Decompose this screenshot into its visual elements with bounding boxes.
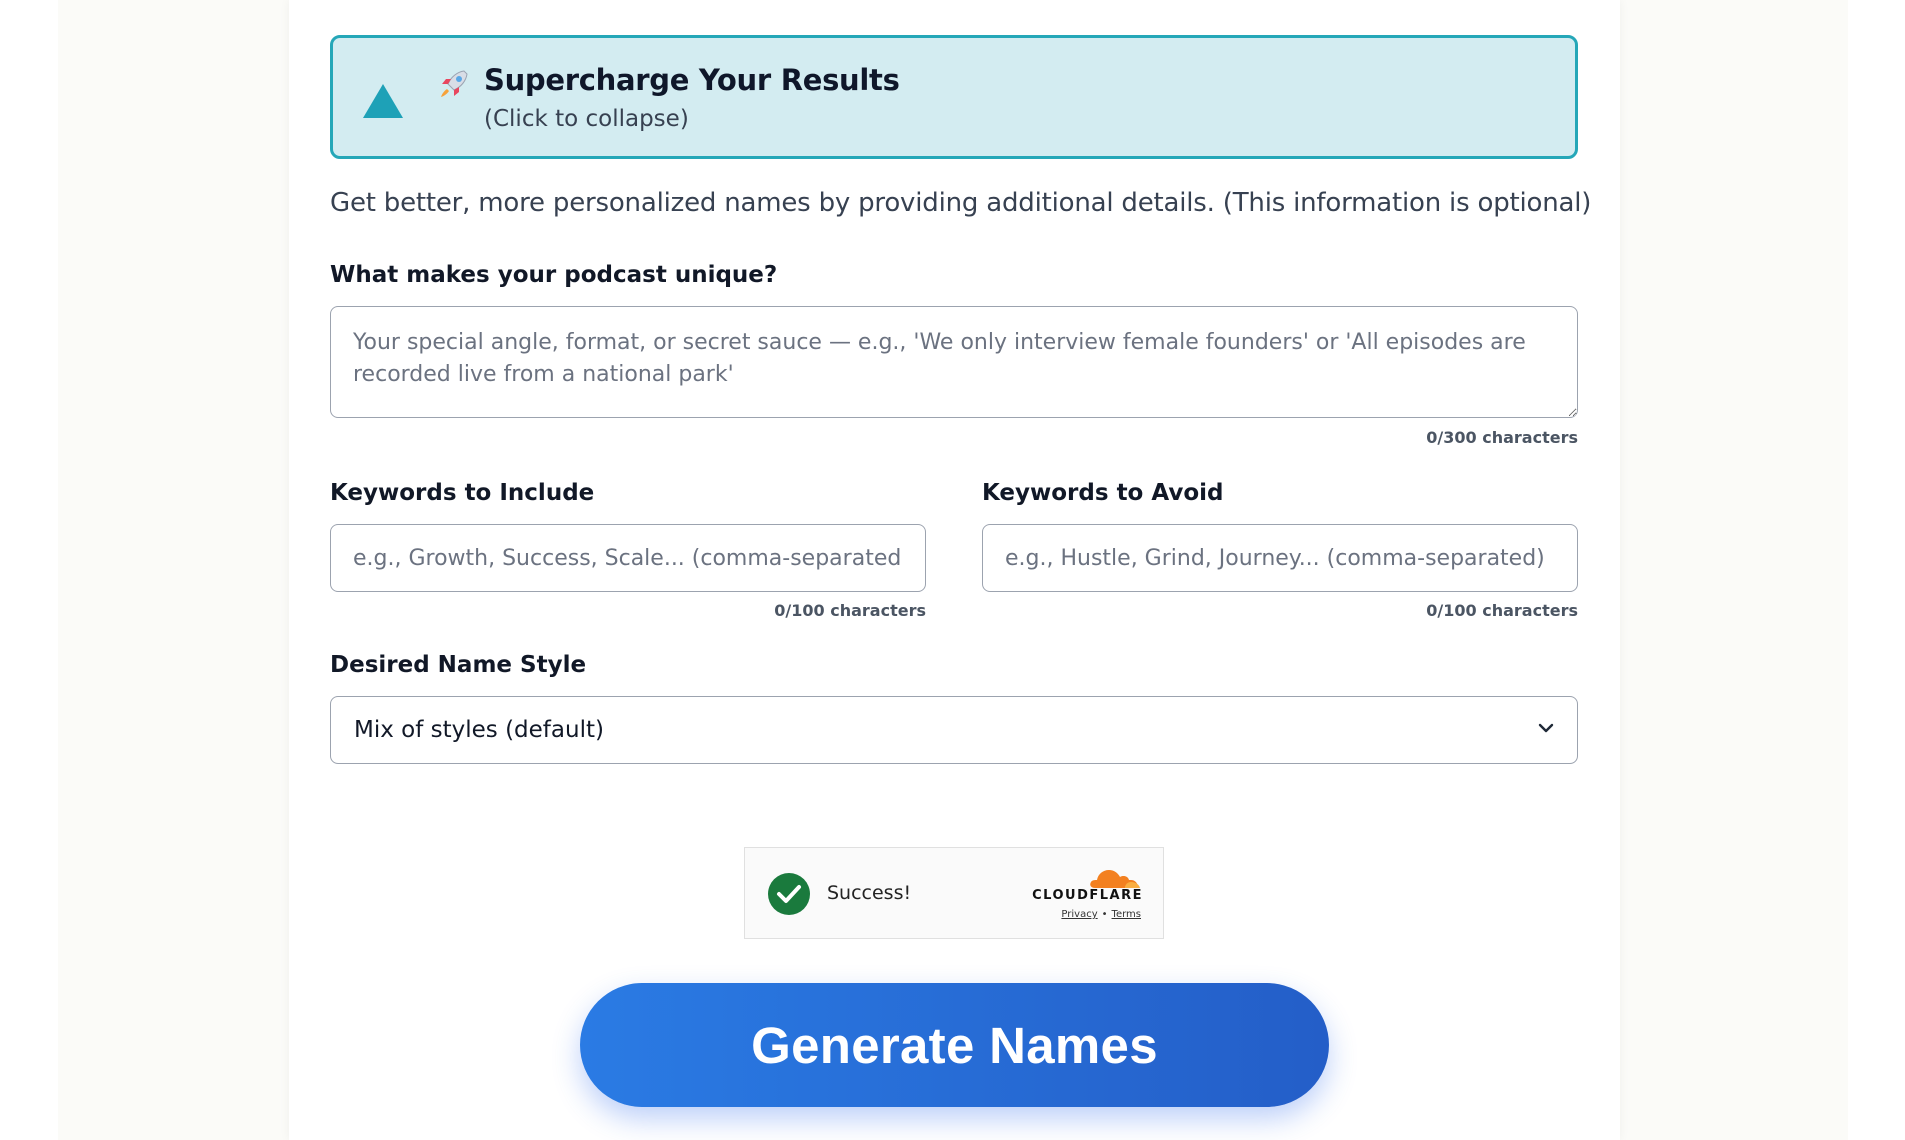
chevron-down-icon <box>1538 723 1554 733</box>
supercharge-collapse-toggle[interactable]: Supercharge Your Results (Click to colla… <box>330 35 1578 159</box>
name-style-label: Desired Name Style <box>330 652 587 678</box>
keywords-avoid-input[interactable] <box>982 524 1578 592</box>
triangle-up-icon <box>363 84 403 118</box>
intro-text: Get better, more personalized names by p… <box>330 188 1592 218</box>
keywords-avoid-counter: 0/100 characters <box>1426 601 1578 620</box>
panel-title: Supercharge Your Results <box>484 63 900 97</box>
name-style-selected-value: Mix of styles (default) <box>354 717 604 743</box>
link-separator: • <box>1101 909 1108 920</box>
cloudflare-turnstile-widget[interactable]: Success! CLOUDFLARE Privacy • Terms <box>744 847 1164 939</box>
captcha-status: Success! <box>827 882 912 904</box>
panel-subtitle: (Click to collapse) <box>484 106 689 132</box>
privacy-link[interactable]: Privacy <box>1061 909 1097 920</box>
unique-textarea[interactable] <box>330 306 1578 418</box>
unique-char-counter: 0/300 characters <box>1426 428 1578 447</box>
cloudflare-links: Privacy • Terms <box>1061 909 1141 920</box>
keywords-avoid-label: Keywords to Avoid <box>982 480 1224 506</box>
keywords-include-label: Keywords to Include <box>330 480 595 506</box>
success-check-icon <box>768 873 810 915</box>
cloudflare-cloud-icon <box>1090 870 1140 888</box>
rocket-icon <box>441 70 468 97</box>
terms-link[interactable]: Terms <box>1112 909 1141 920</box>
name-style-select[interactable]: Mix of styles (default) <box>330 696 1578 764</box>
unique-label: What makes your podcast unique? <box>330 262 778 288</box>
keywords-include-input[interactable] <box>330 524 926 592</box>
cloudflare-brand: CLOUDFLARE <box>1032 888 1143 903</box>
generate-names-button[interactable]: Generate Names <box>580 983 1329 1107</box>
keywords-include-counter: 0/100 characters <box>774 601 926 620</box>
